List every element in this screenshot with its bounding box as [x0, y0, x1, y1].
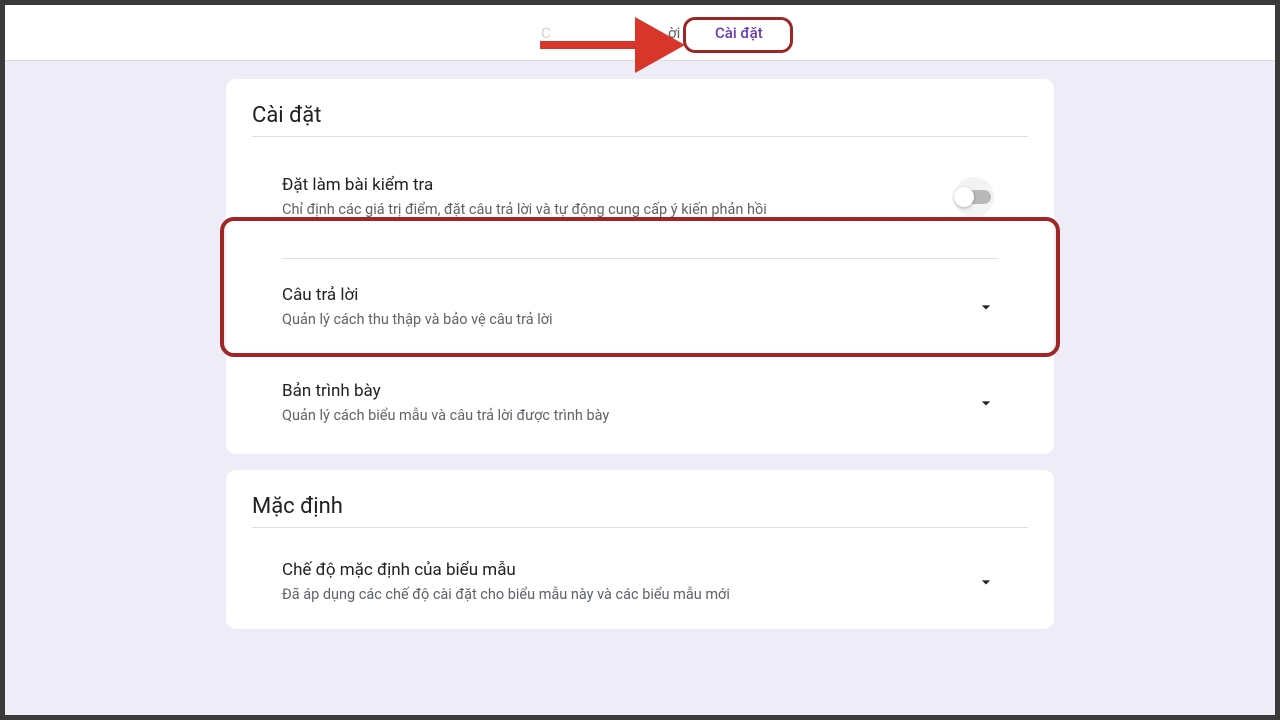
- presentation-title: Bản trình bày: [282, 381, 974, 401]
- app-viewport: C ời Cài đặt Cài đặt Đặt làm bài kiểm tr…: [4, 4, 1276, 716]
- presentation-desc: Quản lý cách biểu mẫu và câu trả lời đượ…: [282, 407, 974, 424]
- defaults-desc: Đã áp dụng các chế độ cài đặt cho biểu m…: [282, 586, 974, 603]
- quiz-title: Đặt làm bài kiểm tra: [282, 175, 950, 195]
- tab-settings[interactable]: Cài đặt: [707, 18, 771, 48]
- card-title-settings: Cài đặt: [252, 103, 1028, 137]
- defaults-title: Chế độ mặc định của biểu mẫu: [282, 560, 974, 580]
- section-presentation: Bản trình bày Quản lý cách biểu mẫu và c…: [252, 355, 1028, 454]
- card-title-defaults: Mặc định: [252, 494, 1028, 528]
- quiz-toggle[interactable]: [950, 177, 998, 217]
- section-text: Câu trả lời Quản lý cách thu thập và bảo…: [282, 285, 974, 328]
- expand-presentation[interactable]: [974, 391, 998, 415]
- expand-responses[interactable]: [974, 295, 998, 319]
- section-text: Chế độ mặc định của biểu mẫu Đã áp dụng …: [282, 560, 974, 603]
- section-text: Bản trình bày Quản lý cách biểu mẫu và c…: [282, 381, 974, 424]
- responses-desc: Quản lý cách thu thập và bảo vệ câu trả …: [282, 311, 974, 328]
- tab-responses-fragment: ời: [660, 18, 688, 48]
- defaults-card: Mặc định Chế độ mặc định của biểu mẫu Đã…: [226, 470, 1054, 629]
- expand-defaults[interactable]: [974, 570, 998, 594]
- section-responses: Câu trả lời Quản lý cách thu thập và bảo…: [252, 259, 1028, 354]
- section-form-defaults: Chế độ mặc định của biểu mẫu Đã áp dụng …: [252, 534, 1028, 629]
- section-make-quiz: Đặt làm bài kiểm tra Chỉ định các giá tr…: [252, 143, 1028, 258]
- settings-card: Cài đặt Đặt làm bài kiểm tra Chỉ định cá…: [226, 79, 1054, 454]
- quiz-desc: Chỉ định các giá trị điểm, đặt câu trả l…: [282, 201, 950, 218]
- section-text: Đặt làm bài kiểm tra Chỉ định các giá tr…: [282, 175, 950, 218]
- responses-title: Câu trả lời: [282, 285, 974, 305]
- tab-bar: C ời Cài đặt: [5, 5, 1275, 61]
- tab-questions[interactable]: C: [533, 18, 559, 48]
- settings-content: Cài đặt Đặt làm bài kiểm tra Chỉ định cá…: [5, 61, 1275, 645]
